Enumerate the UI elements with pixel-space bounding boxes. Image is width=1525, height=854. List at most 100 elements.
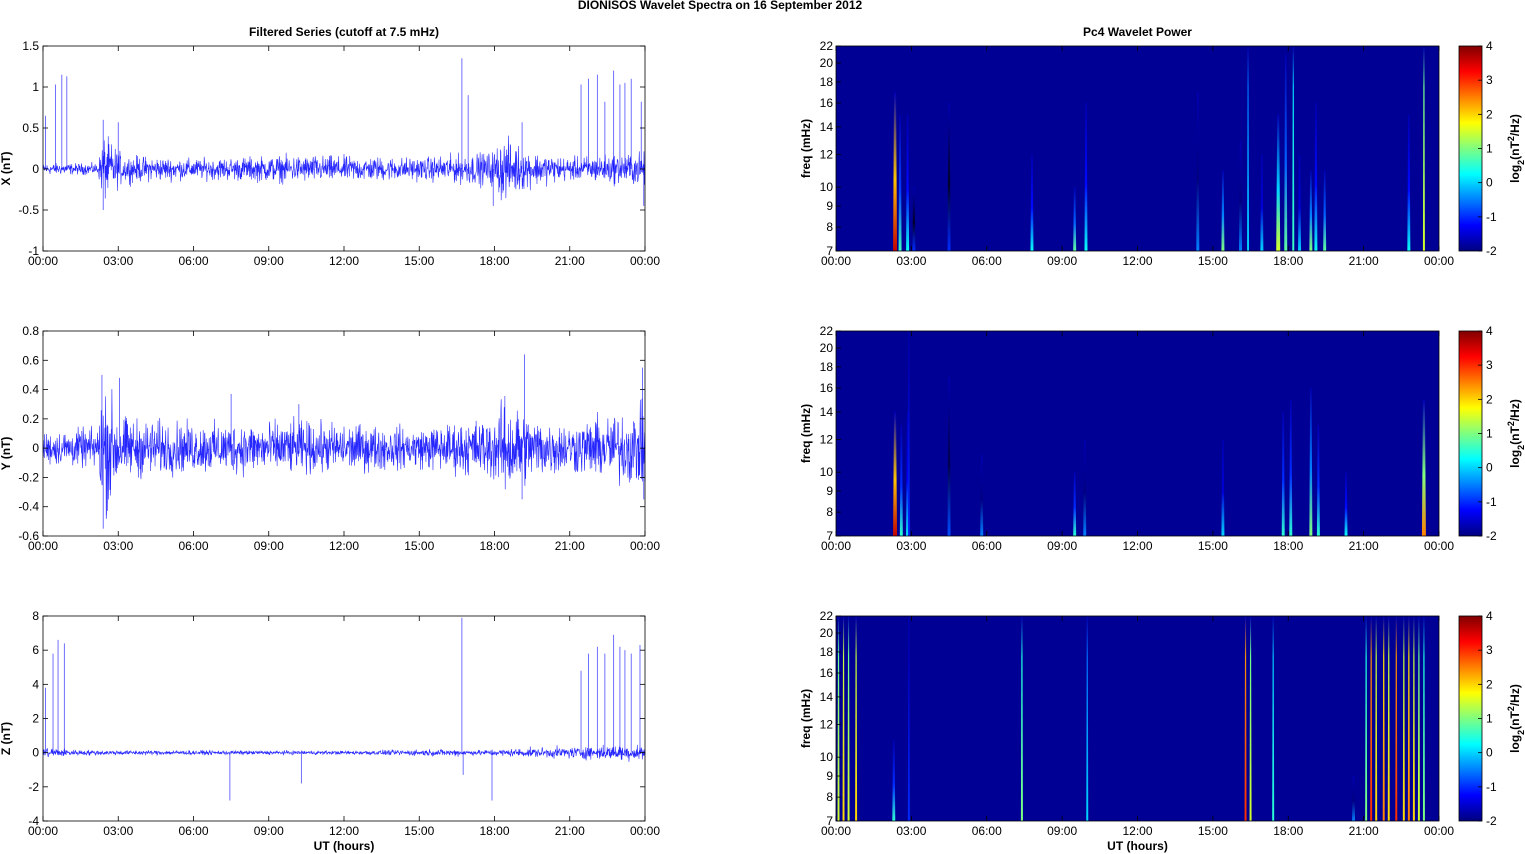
y-tick-label: -0.4 — [18, 500, 39, 514]
colorbar-tick-label: 4 — [1486, 39, 1493, 53]
y-tick-label: 0 — [32, 441, 39, 455]
x-tick-label: 09:00 — [1047, 539, 1077, 553]
x-tick-label: 15:00 — [1198, 539, 1228, 553]
colorbar-tick-label: 4 — [1486, 609, 1493, 623]
x-tick-label: 03:00 — [896, 254, 926, 268]
x-tick-label: 21:00 — [555, 539, 585, 553]
x-tick-label: 00:00 — [630, 254, 660, 268]
y-tick-label: -0.2 — [18, 470, 39, 484]
x-tick-label: 18:00 — [479, 254, 509, 268]
x-tick-label: 15:00 — [404, 539, 434, 553]
y-tick-label: 14 — [820, 690, 834, 704]
colorbar-label-part: (nT — [1508, 711, 1522, 730]
y-tick-label: 0 — [32, 746, 39, 760]
figure: DIONISOS Wavelet Spectra on 16 September… — [0, 0, 1525, 853]
y-tick-label: 10 — [820, 750, 834, 764]
x-tick-label: 09:00 — [254, 539, 284, 553]
x-tick-label: 12:00 — [329, 824, 359, 838]
colorbar-tick-label: 1 — [1486, 427, 1493, 441]
z-series-panel: -4-20246800:00 03:00 06:00 09:00 12:00 15:00 1… — [0, 609, 660, 853]
y-tick-label: 12 — [820, 433, 834, 447]
x-tick-label: 12:00 — [329, 539, 359, 553]
x-tick-label: 09:00 — [254, 254, 284, 268]
y-tick-label: -0.5 — [18, 203, 39, 217]
figure-title: DIONISOS Wavelet Spectra on 16 September… — [578, 0, 863, 12]
x-tick-label: 03:00 — [103, 824, 133, 838]
x-tick-label: 21:00 — [1349, 254, 1379, 268]
y-tick-label: 8 — [826, 220, 833, 234]
colorbar-tick-label: 2 — [1486, 677, 1493, 691]
x-axis-label: UT (hours) — [1107, 839, 1168, 853]
colorbar-label-part: (nT — [1508, 426, 1522, 445]
colorbar-tick-label: -2 — [1486, 244, 1497, 258]
y-tick-label: 16 — [820, 96, 834, 110]
heatmap-background — [836, 46, 1439, 251]
colorbar-tick-label: 0 — [1486, 461, 1493, 475]
y-wavelet-panel: 7891012141618202200:00 03:00 06:00 09:00 12:… — [799, 324, 1525, 553]
y-axis-label: X (nT) — [0, 152, 13, 186]
x-tick-label: 18:00 — [1273, 254, 1303, 268]
x-tick-label: 18:00 — [1273, 824, 1303, 838]
y-tick-label: 1 — [32, 80, 39, 94]
y-axis-label: Y (nT) — [0, 437, 13, 471]
colorbar: -2 -1 0 1 2 3 4 log2(nT2/Hz) — [1458, 609, 1525, 828]
x-tick-label: 00:00 — [28, 539, 58, 553]
y-series-panel: -0.6-0.4-0.200.20.40.60.800:00 03:00 06:00… — [0, 324, 660, 553]
x-tick-label: 18:00 — [1273, 539, 1303, 553]
x-tick-label: 03:00 — [896, 539, 926, 553]
x-tick-label: 18:00 — [479, 824, 509, 838]
x-tick-label: 09:00 — [1047, 254, 1077, 268]
x-tick-label: 03:00 — [103, 539, 133, 553]
x-tick-label: 00:00 — [28, 254, 58, 268]
y-tick-label: 16 — [820, 666, 834, 680]
y-tick-label: 0.6 — [22, 353, 39, 367]
colorbar-label: log2(nT2/Hz) — [1506, 684, 1525, 753]
colorbar-tick-label: 1 — [1486, 142, 1493, 156]
x-tick-label: 12:00 — [1122, 539, 1152, 553]
x-tick-label: 21:00 — [1349, 539, 1379, 553]
x-wavelet-panel: 7891012141618202200:00 03:00 06:00 09:00 12:… — [799, 25, 1525, 268]
x-tick-label: 06:00 — [178, 539, 208, 553]
y-tick-label: 2 — [32, 712, 39, 726]
y-tick-label: 14 — [820, 120, 834, 134]
x-tick-label: 06:00 — [178, 824, 208, 838]
y-tick-label: 4 — [32, 677, 39, 691]
colorbar-label-part: log — [1508, 450, 1522, 468]
colorbar-tick-label: 0 — [1486, 746, 1493, 760]
colorbar: -2 -1 0 1 2 3 4 log2(nT2/Hz) — [1458, 324, 1525, 543]
colorbar: -2 -1 0 1 2 3 4 log2(nT2/Hz) — [1458, 39, 1525, 258]
y-tick-label: 1.5 — [22, 39, 39, 53]
y-tick-label: 10 — [820, 180, 834, 194]
colorbar-label-part: log — [1508, 735, 1522, 753]
x-tick-label: 00:00 — [821, 254, 851, 268]
x-tick-label: 00:00 — [28, 824, 58, 838]
x-tick-label: 06:00 — [972, 824, 1002, 838]
y-tick-label: 9 — [826, 484, 833, 498]
y-tick-label: 18 — [820, 645, 834, 659]
x-tick-label: 15:00 — [1198, 824, 1228, 838]
x-tick-label: 00:00 — [630, 539, 660, 553]
y-tick-label: 8 — [826, 505, 833, 519]
x-tick-label: 21:00 — [1349, 824, 1379, 838]
y-axis-label: freq (mHz) — [799, 119, 813, 178]
x-tick-label: 00:00 — [1424, 824, 1454, 838]
y-tick-label: 10 — [820, 465, 834, 479]
colorbar-tick-label: 3 — [1486, 358, 1493, 372]
colorbar-tick-label: -1 — [1486, 780, 1497, 794]
colorbar-tick-label: 3 — [1486, 73, 1493, 87]
y-tick-label: 14 — [820, 405, 834, 419]
colorbar-tick-label: 2 — [1486, 392, 1493, 406]
y-tick-label: 6 — [32, 643, 39, 657]
heatmap-background — [836, 331, 1439, 536]
y-tick-label: 0.5 — [22, 121, 39, 135]
y-axis-label: Z (nT) — [0, 722, 13, 755]
colorbar-label-part: /Hz) — [1508, 114, 1522, 136]
y-tick-label: -2 — [28, 780, 39, 794]
y-tick-label: 20 — [820, 56, 834, 70]
y-tick-label: 18 — [820, 360, 834, 374]
x-tick-label: 12:00 — [1122, 254, 1152, 268]
x-tick-label: 00:00 — [821, 824, 851, 838]
y-tick-label: 12 — [820, 718, 834, 732]
y-tick-label: 22 — [820, 39, 834, 53]
x-tick-label: 00:00 — [1424, 254, 1454, 268]
